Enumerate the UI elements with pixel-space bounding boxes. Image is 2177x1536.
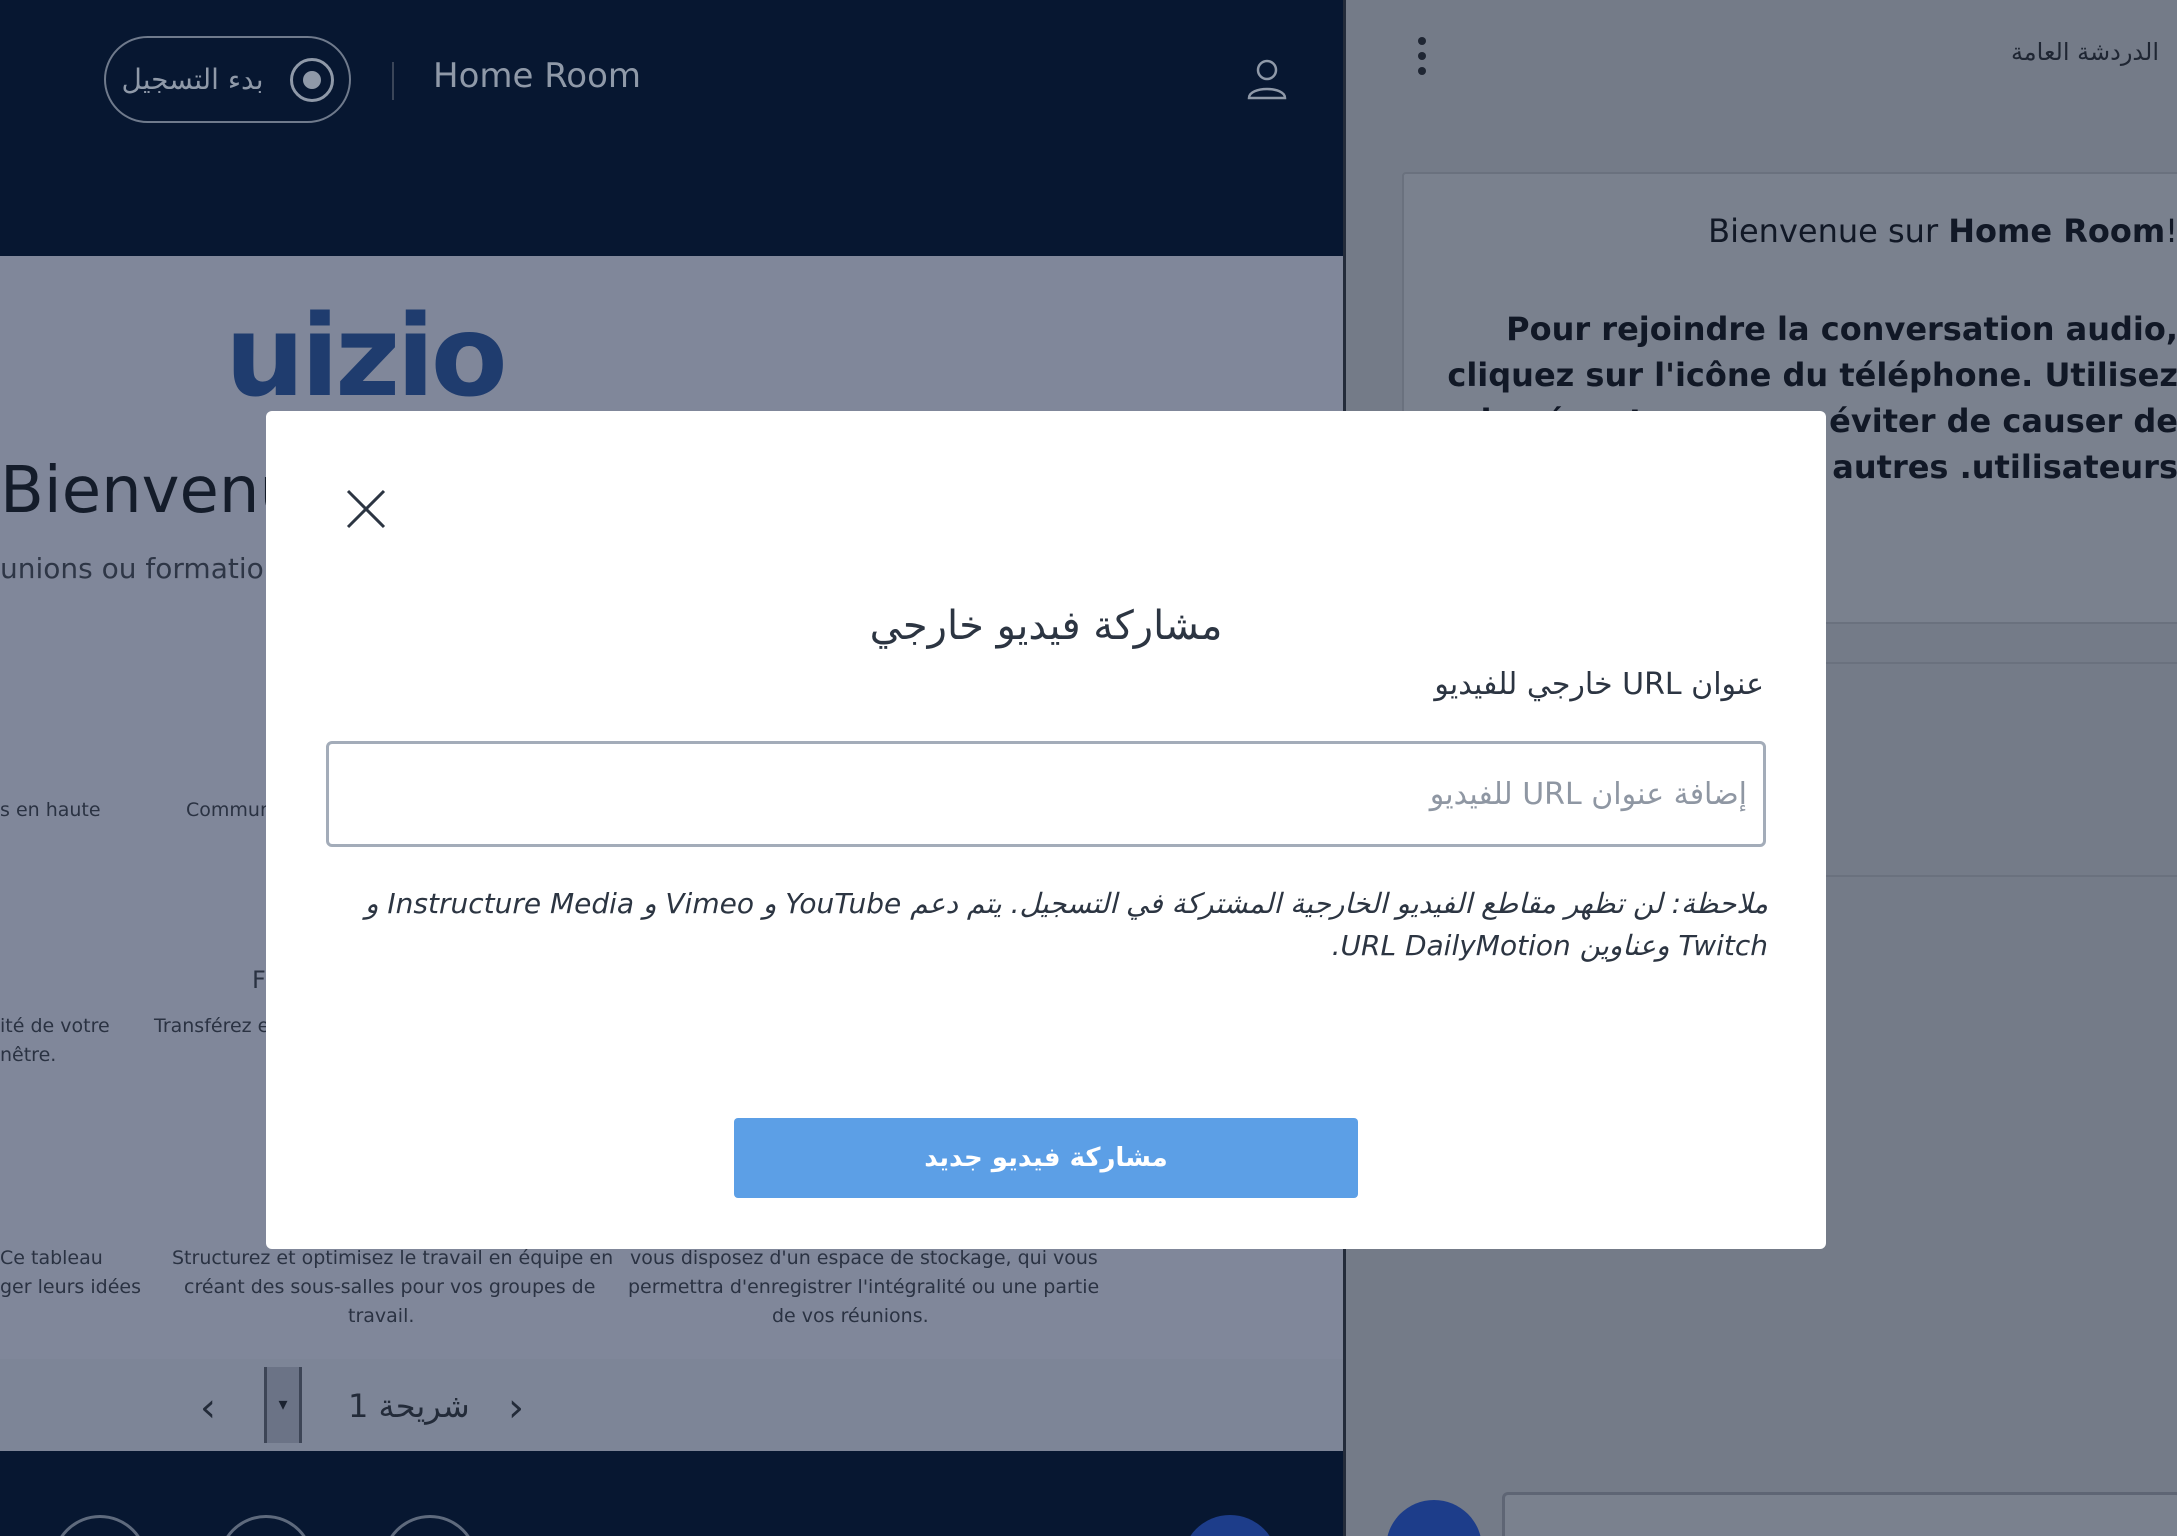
slide-dropdown-toggle[interactable]: ▾: [264, 1367, 302, 1443]
presenter-action-button[interactable]: [1182, 1515, 1278, 1536]
user-icon[interactable]: [1245, 56, 1289, 100]
slide-feature-text: ité de votre: [0, 1015, 110, 1037]
supported-services-note: ملاحظة: لن تظهر مقاطع الفيديو الخارجية ا…: [364, 887, 1768, 962]
kebab-menu-icon[interactable]: [1416, 36, 1428, 76]
greeting-room-name: Home Room: [1948, 212, 2166, 250]
chat-title: الدردشة العامة: [2010, 38, 2159, 66]
chat-divider: [1806, 662, 2177, 664]
room-title: Home Room: [433, 56, 642, 96]
action-button[interactable]: [218, 1515, 314, 1536]
action-button[interactable]: [382, 1515, 478, 1536]
slide-feature-text: F: [252, 966, 266, 994]
slide-feature-text: créant des sous-salles pour vos groupes …: [184, 1276, 596, 1298]
slide-navigation: ‹ ▾ شريحة 1 ›: [0, 1359, 1343, 1451]
video-url-input[interactable]: [326, 741, 1766, 847]
next-slide-button[interactable]: ›: [508, 1385, 524, 1431]
slide-feature-text: permettra d'enregistrer l'intégralité ou…: [628, 1276, 1100, 1298]
record-icon: [289, 57, 334, 102]
action-bar: [0, 1451, 1343, 1536]
top-navbar: بدء التسجيل Home Room: [0, 0, 1343, 256]
share-external-video-modal: مشاركة فيديو خارجي عنوان URL خارجي للفيد…: [266, 411, 1826, 1249]
modal-title: مشاركة فيديو خارجي: [869, 603, 1223, 649]
navbar-separator: [392, 62, 394, 100]
chat-welcome-greeting: !Bienvenue sur Home Room: [1708, 212, 2177, 250]
slide-number-label[interactable]: شريحة 1: [348, 1387, 470, 1425]
close-icon[interactable]: [344, 487, 388, 531]
share-new-video-button[interactable]: مشاركة فيديو جديد: [734, 1118, 1358, 1198]
action-button[interactable]: [52, 1515, 148, 1536]
slide-feature-text: Ce tableau: [0, 1247, 103, 1269]
chat-message-input[interactable]: [1502, 1492, 2177, 1536]
slide-feature-text: Commun: [186, 799, 272, 821]
slide-feature-text: s en haute: [0, 799, 101, 821]
slide-feature-text: Transférez et: [154, 1015, 277, 1037]
previous-slide-button[interactable]: ‹: [200, 1385, 216, 1431]
send-message-button[interactable]: [1386, 1500, 1482, 1536]
slide-feature-text: nêtre.: [0, 1044, 57, 1066]
start-recording-button[interactable]: بدء التسجيل: [104, 36, 351, 123]
uizio-logo: uizio: [225, 292, 508, 422]
slide-feature-text: ger leurs idées: [0, 1276, 141, 1298]
slide-feature-text: travail.: [348, 1305, 415, 1327]
chat-divider: [1806, 875, 2177, 877]
start-recording-label: بدء التسجيل: [121, 63, 264, 96]
video-url-label: عنوان URL خارجي للفيديو: [1434, 667, 1764, 702]
slide-subtitle: unions ou formations: [0, 552, 297, 585]
slide-feature-text: de vos réunions.: [772, 1305, 929, 1327]
